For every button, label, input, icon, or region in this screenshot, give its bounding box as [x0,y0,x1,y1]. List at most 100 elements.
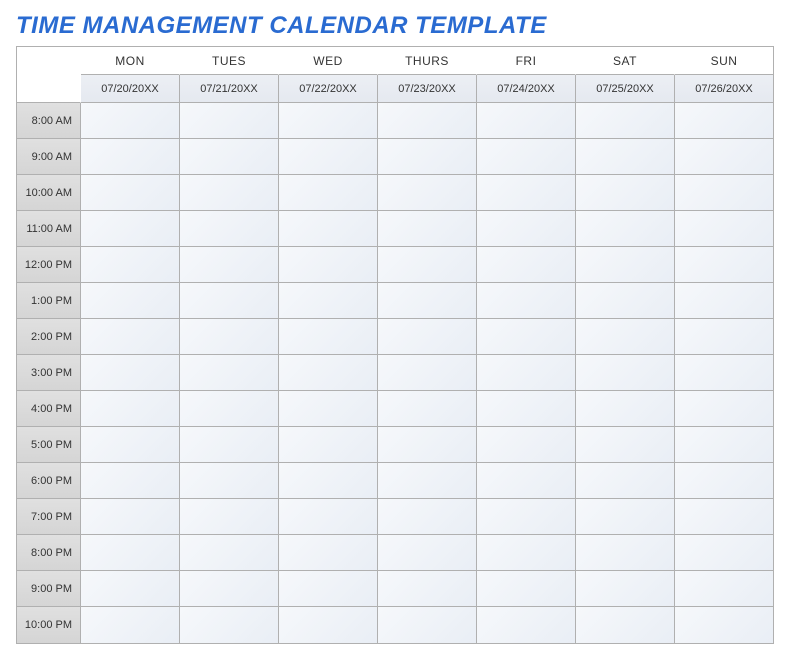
time-slot[interactable] [81,175,180,211]
time-slot[interactable] [675,607,773,643]
time-slot[interactable] [81,247,180,283]
time-slot[interactable] [576,103,675,139]
time-slot[interactable] [477,463,576,499]
time-slot[interactable] [81,283,180,319]
time-slot[interactable] [675,571,773,607]
time-slot[interactable] [279,103,378,139]
time-slot[interactable] [81,571,180,607]
time-slot[interactable] [675,247,773,283]
time-slot[interactable] [81,463,180,499]
time-slot[interactable] [675,175,773,211]
time-slot[interactable] [279,499,378,535]
time-slot[interactable] [576,427,675,463]
time-slot[interactable] [378,175,477,211]
time-slot[interactable] [81,103,180,139]
time-slot[interactable] [675,463,773,499]
time-slot[interactable] [279,571,378,607]
time-slot[interactable] [378,139,477,175]
time-slot[interactable] [378,535,477,571]
time-slot[interactable] [378,355,477,391]
time-slot[interactable] [81,607,180,643]
time-slot[interactable] [477,139,576,175]
time-slot[interactable] [180,283,279,319]
time-slot[interactable] [81,427,180,463]
time-slot[interactable] [279,463,378,499]
time-slot[interactable] [576,139,675,175]
time-slot[interactable] [279,427,378,463]
time-slot[interactable] [81,391,180,427]
time-slot[interactable] [279,355,378,391]
time-slot[interactable] [675,211,773,247]
time-slot[interactable] [477,391,576,427]
time-slot[interactable] [675,535,773,571]
time-slot[interactable] [477,175,576,211]
time-slot[interactable] [675,427,773,463]
time-slot[interactable] [477,535,576,571]
time-slot[interactable] [477,211,576,247]
time-slot[interactable] [477,571,576,607]
time-slot[interactable] [675,499,773,535]
time-slot[interactable] [180,355,279,391]
time-slot[interactable] [576,211,675,247]
time-slot[interactable] [477,283,576,319]
time-slot[interactable] [675,283,773,319]
time-slot[interactable] [378,283,477,319]
time-slot[interactable] [279,211,378,247]
time-slot[interactable] [180,211,279,247]
time-slot[interactable] [477,247,576,283]
time-slot[interactable] [576,175,675,211]
time-slot[interactable] [180,463,279,499]
time-slot[interactable] [279,319,378,355]
time-slot[interactable] [81,499,180,535]
time-slot[interactable] [378,391,477,427]
time-slot[interactable] [180,427,279,463]
time-slot[interactable] [180,319,279,355]
time-slot[interactable] [279,607,378,643]
time-slot[interactable] [675,319,773,355]
time-slot[interactable] [477,607,576,643]
time-slot[interactable] [180,139,279,175]
time-slot[interactable] [180,103,279,139]
time-slot[interactable] [378,607,477,643]
time-slot[interactable] [180,391,279,427]
time-slot[interactable] [576,571,675,607]
time-slot[interactable] [675,355,773,391]
time-slot[interactable] [477,355,576,391]
time-slot[interactable] [180,175,279,211]
time-slot[interactable] [378,211,477,247]
time-slot[interactable] [378,427,477,463]
time-slot[interactable] [378,463,477,499]
time-slot[interactable] [477,319,576,355]
time-slot[interactable] [279,175,378,211]
time-slot[interactable] [180,607,279,643]
time-slot[interactable] [279,535,378,571]
time-slot[interactable] [279,247,378,283]
time-slot[interactable] [576,499,675,535]
time-slot[interactable] [675,139,773,175]
time-slot[interactable] [576,607,675,643]
time-slot[interactable] [576,319,675,355]
time-slot[interactable] [180,571,279,607]
time-slot[interactable] [675,103,773,139]
time-slot[interactable] [477,499,576,535]
time-slot[interactable] [576,355,675,391]
time-slot[interactable] [675,391,773,427]
time-slot[interactable] [378,571,477,607]
time-slot[interactable] [180,499,279,535]
time-slot[interactable] [81,319,180,355]
time-slot[interactable] [279,391,378,427]
time-slot[interactable] [180,247,279,283]
time-slot[interactable] [576,463,675,499]
time-slot[interactable] [279,139,378,175]
time-slot[interactable] [81,355,180,391]
time-slot[interactable] [279,283,378,319]
time-slot[interactable] [576,247,675,283]
time-slot[interactable] [378,319,477,355]
time-slot[interactable] [378,103,477,139]
time-slot[interactable] [378,499,477,535]
time-slot[interactable] [477,103,576,139]
time-slot[interactable] [378,247,477,283]
time-slot[interactable] [81,211,180,247]
time-slot[interactable] [81,535,180,571]
time-slot[interactable] [81,139,180,175]
